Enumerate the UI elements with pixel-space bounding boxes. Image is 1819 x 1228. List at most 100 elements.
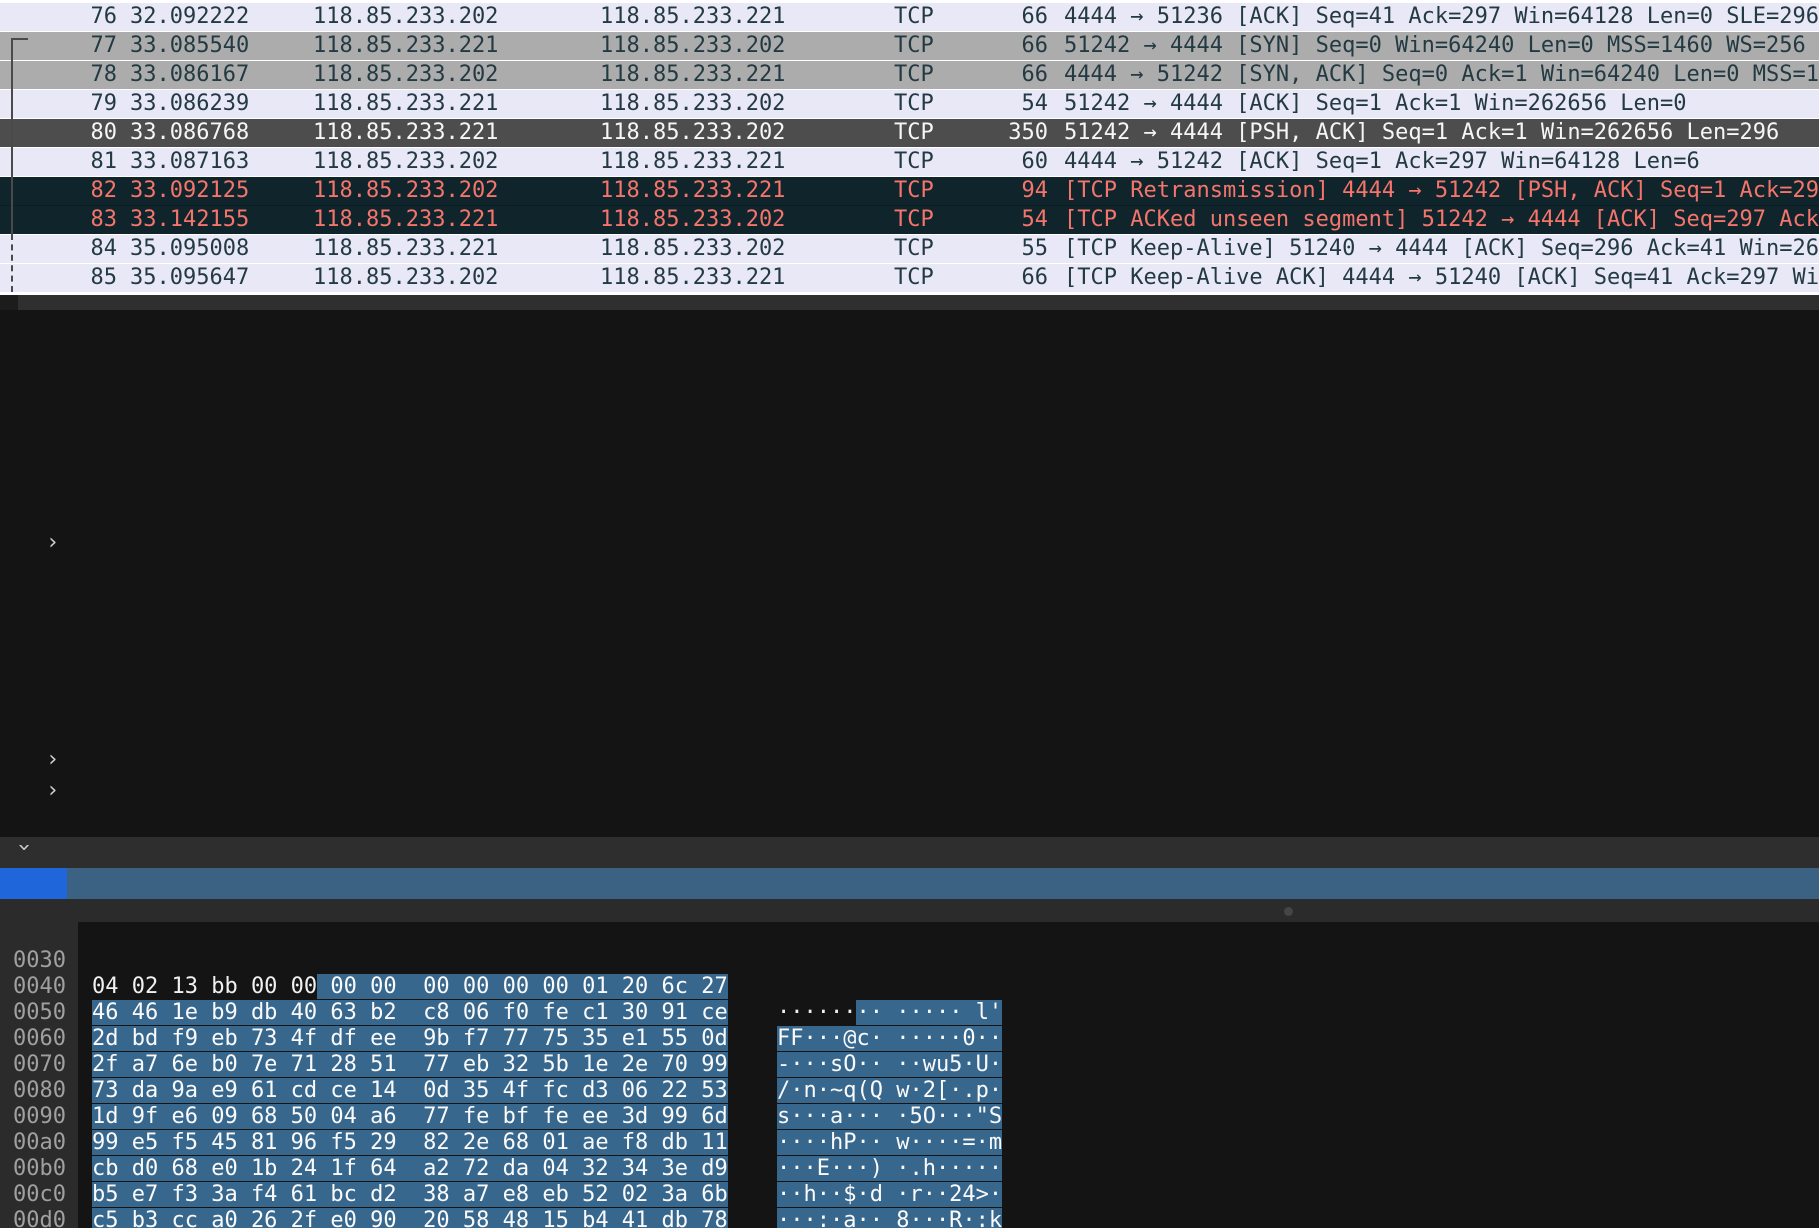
col-protocol: TCP: [882, 148, 996, 176]
col-length: 66: [996, 264, 1048, 292]
col-info: 4444 → 51242 [SYN, ACK] Seq=0 Ack=1 Win=…: [1048, 61, 1819, 89]
hex-row[interactable]: 00b0 b5 e7 f3 3a f4 61 bc d2 38 a7 e8 eb…: [0, 1130, 1819, 1156]
col-no: 77: [0, 32, 118, 60]
detail-tree-row[interactable]: Sequence Number: 1 (relative sequence nu…: [0, 341, 1819, 372]
detail-tree-row[interactable]: Acknowledgment Number: 1 (relative ack n…: [0, 434, 1819, 465]
packet-row[interactable]: 81 33.087163 118.85.233.202 118.85.233.2…: [0, 147, 1819, 176]
col-no: 79: [0, 90, 118, 118]
hex-row[interactable]: 0040 46 46 1e b9 db 40 63 b2 c8 06 f0 fe…: [0, 948, 1819, 974]
packet-row[interactable]: 79 33.086239 118.85.233.221 118.85.233.2…: [0, 89, 1819, 118]
hex-row[interactable]: 0060 2f a7 6e b0 7e 71 28 51 77 eb 32 5b…: [0, 1000, 1819, 1026]
detail-tree-row[interactable]: Checksum: 0x13bb [unverified]: [0, 651, 1819, 682]
detail-tree-row[interactable]: Data: 0000000000001206c2746461eb9db4063b…: [0, 868, 1819, 899]
hex-row[interactable]: 0090 99 e5 f5 45 81 96 f5 29 82 2e 68 01…: [0, 1078, 1819, 1104]
col-time: 33.142155: [118, 206, 301, 234]
col-protocol: TCP: [882, 235, 996, 263]
col-length: 54: [996, 90, 1048, 118]
col-info: 51242 → 4444 [SYN] Seq=0 Win=64240 Len=0…: [1048, 32, 1819, 60]
col-time: 33.086167: [118, 61, 301, 89]
col-time: 33.086239: [118, 90, 301, 118]
col-source: 118.85.233.221: [301, 235, 588, 263]
col-info: 4444 → 51242 [ACK] Seq=1 Ack=297 Win=641…: [1048, 148, 1819, 176]
detail-tree-row[interactable]: › [SEQ/ACK analysis]: [0, 775, 1819, 806]
packet-row[interactable]: 84 35.095008 118.85.233.221 118.85.233.2…: [0, 234, 1819, 263]
detail-tree-row[interactable]: [Checksum Status: Unverified]: [0, 682, 1819, 713]
packet-row[interactable]: 85 35.095647 118.85.233.202 118.85.233.2…: [0, 263, 1819, 292]
wireshark-window: 76 32.092222 118.85.233.202 118.85.233.2…: [0, 0, 1819, 1228]
detail-tree-row[interactable]: TCP payload (296 bytes): [0, 806, 1819, 837]
col-time: 32.092222: [118, 3, 301, 31]
col-destination: 118.85.233.202: [588, 32, 882, 60]
packet-bytes-pane: 0030 04 02 13 bb 00 00 00 00 00 00 00 00…: [0, 922, 1819, 1228]
detail-tree-row[interactable]: Sequence Number (raw): 1603186521: [0, 372, 1819, 403]
col-time: 33.087163: [118, 148, 301, 176]
col-time: 33.092125: [118, 177, 301, 205]
detail-tree-row[interactable]: Urgent Pointer: 0: [0, 713, 1819, 744]
packet-row[interactable]: 83 33.142155 118.85.233.221 118.85.233.2…: [0, 205, 1819, 234]
detail-tree-row[interactable]: [Calculated window size: 262656]: [0, 589, 1819, 620]
hex-row[interactable]: 00d0 1b 44 04 21 50 61 0e 8b 4e de 46 e9…: [0, 1182, 1819, 1208]
col-source: 118.85.233.202: [301, 177, 588, 205]
col-no: 83: [0, 206, 118, 234]
col-no: 85: [0, 264, 118, 292]
col-source: 118.85.233.221: [301, 206, 588, 234]
detail-bytes-splitter[interactable]: [0, 899, 1819, 922]
detail-tree-row[interactable]: 0101 .... = Header Length: 20 bytes (5): [0, 496, 1819, 527]
hex-row[interactable]: 0050 2d bd f9 eb 73 4f df ee 9b f7 77 75…: [0, 974, 1819, 1000]
col-length: 66: [996, 3, 1048, 31]
col-no: 78: [0, 61, 118, 89]
col-length: 350: [996, 119, 1048, 147]
detail-tree-row[interactable]: [Next Sequence Number: 297 (relative seq…: [0, 403, 1819, 434]
hex-row[interactable]: 00c0 c5 b3 cc a0 26 2f e0 90 20 58 48 15…: [0, 1156, 1819, 1182]
hex-row[interactable]: 0080 1d 9f e6 09 68 50 04 a6 77 fe bf fe…: [0, 1052, 1819, 1078]
col-protocol: TCP: [882, 61, 996, 89]
chevron-right-icon[interactable]: ›: [46, 527, 70, 558]
detail-tree-row[interactable]: [Window size scaling factor: 256]: [0, 620, 1819, 651]
detail-tree-row[interactable]: › Data (296 bytes): [0, 837, 1819, 868]
detail-tree-row[interactable]: [TCP Segment Len: 296]: [0, 310, 1819, 341]
detail-tree-row[interactable]: › [Timestamps]: [0, 744, 1819, 775]
splitter-handle-dot-icon: [1284, 907, 1293, 916]
hex-row[interactable]: 00e0 80 ba c4 65 56 7c ca fc 8c b6 c0 a0…: [0, 1208, 1819, 1228]
col-length: 60: [996, 148, 1048, 176]
packet-row[interactable]: 78 33.086167 118.85.233.202 118.85.233.2…: [0, 60, 1819, 89]
packet-row[interactable]: 76 32.092222 118.85.233.202 118.85.233.2…: [0, 2, 1819, 31]
packet-list: 76 32.092222 118.85.233.202 118.85.233.2…: [0, 0, 1819, 295]
packet-row[interactable]: 77 33.085540 118.85.233.221 118.85.233.2…: [0, 31, 1819, 60]
chevron-right-icon[interactable]: ›: [46, 775, 70, 806]
col-source: 118.85.233.221: [301, 32, 588, 60]
hex-row[interactable]: 0030 04 02 13 bb 00 00 00 00 00 00 00 00…: [0, 922, 1819, 948]
list-detail-splitter[interactable]: [0, 295, 1819, 310]
packet-detail-pane: [TCP Segment Len: 296] Sequence Number: …: [0, 310, 1819, 899]
col-protocol: TCP: [882, 90, 996, 118]
col-time: 35.095008: [118, 235, 301, 263]
col-info: 51242 → 4444 [ACK] Seq=1 Ack=1 Win=26265…: [1048, 90, 1819, 118]
col-info: [TCP Keep-Alive] 51240 → 4444 [ACK] Seq=…: [1048, 235, 1819, 263]
col-length: 94: [996, 177, 1048, 205]
col-source: 118.85.233.202: [301, 61, 588, 89]
col-destination: 118.85.233.221: [588, 177, 882, 205]
col-length: 66: [996, 32, 1048, 60]
packet-row[interactable]: 82 33.092125 118.85.233.202 118.85.233.2…: [0, 176, 1819, 205]
col-info: [TCP Retransmission] 4444 → 51242 [PSH, …: [1048, 177, 1819, 205]
col-time: 33.085540: [118, 32, 301, 60]
packet-row[interactable]: 80 33.086768 118.85.233.221 118.85.233.2…: [0, 118, 1819, 147]
col-info: [TCP Keep-Alive ACK] 4444 → 51240 [ACK] …: [1048, 264, 1819, 292]
col-protocol: TCP: [882, 119, 996, 147]
detail-tree-row[interactable]: › Flags: 0x018 (PSH, ACK): [0, 527, 1819, 558]
col-length: 54: [996, 206, 1048, 234]
hex-row[interactable]: 0070 73 da 9a e9 61 cd ce 14 0d 35 4f fc…: [0, 1026, 1819, 1052]
detail-tree-row[interactable]: Window: 1026: [0, 558, 1819, 589]
chevron-right-icon[interactable]: ›: [46, 744, 70, 775]
hex-row[interactable]: 00a0 cb d0 68 e0 1b 24 1f 64 a2 72 da 04…: [0, 1104, 1819, 1130]
col-source: 118.85.233.202: [301, 148, 588, 176]
chevron-down-icon[interactable]: ›: [9, 841, 40, 865]
col-destination: 118.85.233.221: [588, 148, 882, 176]
col-destination: 118.85.233.221: [588, 61, 882, 89]
col-time: 35.095647: [118, 264, 301, 292]
detail-tree-row[interactable]: Acknowledgment number (raw): 1438303880: [0, 465, 1819, 496]
splitter-notch: [0, 295, 18, 310]
col-source: 118.85.233.202: [301, 3, 588, 31]
col-time: 33.086768: [118, 119, 301, 147]
col-protocol: TCP: [882, 206, 996, 234]
